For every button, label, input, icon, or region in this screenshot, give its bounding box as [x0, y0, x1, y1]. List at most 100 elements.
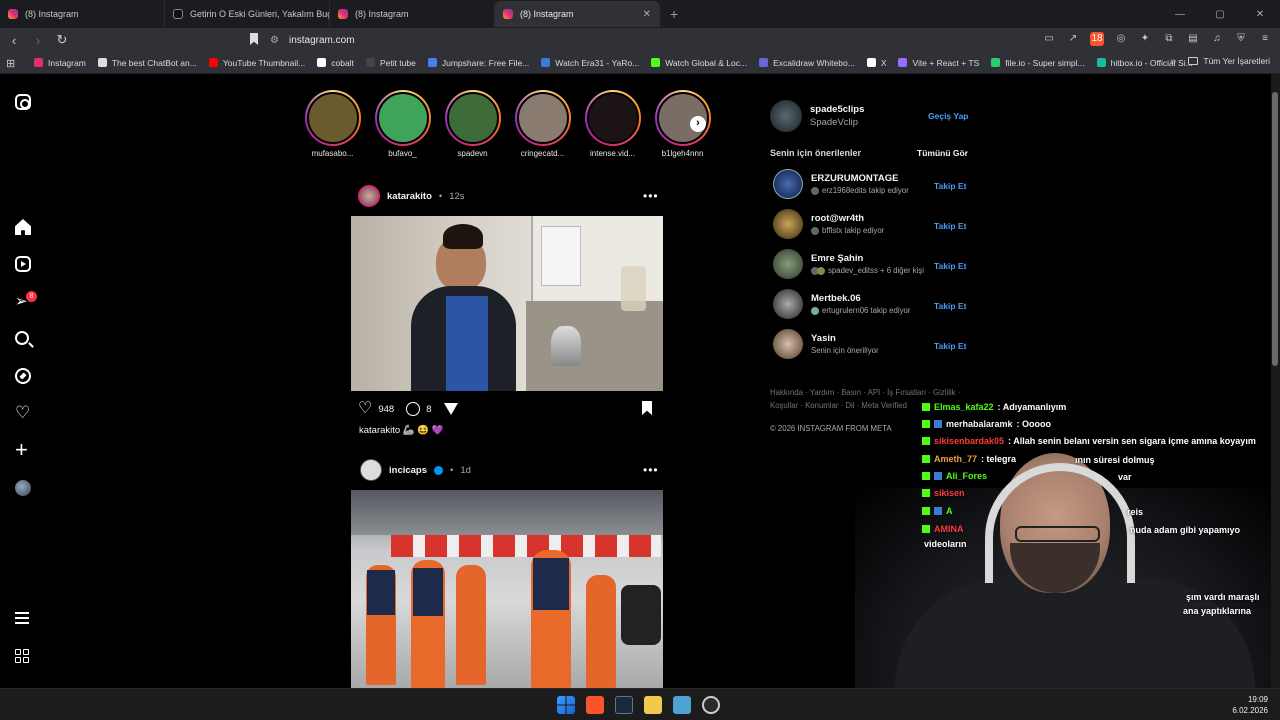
bookmark-item[interactable]: YouTube Thumbnail... — [203, 58, 311, 68]
explore-icon[interactable] — [15, 368, 33, 386]
bookmark-item[interactable]: The best ChatBot an... — [92, 58, 203, 68]
browser-tab[interactable]: Getirin O Eski Günleri, Yakalım Bugün — [165, 1, 330, 27]
browser-tab[interactable]: (8) Instagram — [0, 1, 165, 27]
bookmark-item[interactable]: Petit tube — [360, 58, 422, 68]
switch-account-button[interactable]: Geçiş Yap — [928, 111, 968, 121]
file-explorer-icon[interactable] — [644, 696, 662, 714]
instagram-logo-icon[interactable] — [15, 94, 33, 112]
chat-fragment: ana yaptıklarına — [1183, 606, 1252, 616]
see-all-button[interactable]: Tümünü Gör — [917, 148, 968, 158]
bookmark-icon[interactable] — [250, 33, 258, 45]
suggestion-name[interactable]: root@wr4th — [811, 213, 884, 224]
more-apps-icon[interactable] — [15, 649, 33, 667]
story-item[interactable]: mufasabo... — [303, 90, 362, 162]
close-window-icon[interactable]: ✕ — [1240, 9, 1280, 20]
bookmark-item[interactable]: Vite + React + TS — [892, 58, 985, 68]
suggestion-name[interactable]: ERZURUMONTAGE — [811, 173, 909, 184]
maximize-icon[interactable]: ▢ — [1200, 9, 1240, 20]
extensions-icon[interactable]: ⧉ — [1162, 32, 1176, 46]
follow-button[interactable]: Takip Et — [934, 341, 966, 351]
bookmark-item[interactable]: Watch Era31 - YaRo... — [535, 58, 645, 68]
forward-icon[interactable]: › — [28, 33, 48, 48]
suggestion-avatar[interactable] — [773, 209, 803, 239]
story-item[interactable]: spadevn — [443, 90, 502, 162]
new-tab-button[interactable]: + — [670, 6, 678, 22]
back-icon[interactable]: ‹ — [4, 33, 24, 48]
like-heart-icon[interactable]: ♡ — [358, 401, 372, 417]
browser-tab[interactable]: (8) Instagram — [330, 1, 495, 27]
bookmark-item[interactable]: Excalidraw Whitebo... — [753, 58, 861, 68]
follow-button[interactable]: Takip Et — [934, 301, 966, 311]
bookmark-item[interactable]: hitbox.io - Official Si... — [1091, 58, 1199, 68]
post-username[interactable]: katarakito — [387, 191, 432, 202]
suggestion-name[interactable]: Mertbek.06 — [811, 293, 910, 304]
steam-icon[interactable] — [615, 696, 633, 714]
vpn-icon[interactable]: ⛨ — [1234, 32, 1248, 46]
create-plus-icon[interactable]: + — [15, 439, 33, 461]
story-item[interactable]: bufavo_ — [373, 90, 432, 162]
menu-icon[interactable]: ≡ — [1258, 32, 1272, 46]
app-icon[interactable] — [673, 696, 691, 714]
post-options-icon[interactable]: ••• — [643, 189, 659, 203]
reload-icon[interactable]: ↻ — [52, 32, 72, 48]
share-icon[interactable] — [443, 403, 458, 415]
home-icon[interactable] — [15, 219, 33, 237]
profile-avatar[interactable] — [15, 480, 33, 498]
separator-dot: • — [450, 464, 454, 476]
page-scrollbar-thumb[interactable] — [1272, 92, 1278, 366]
bookmark-label: Watch Era31 - YaRo... — [555, 57, 640, 68]
bookmark-item[interactable]: Instagram — [28, 58, 92, 68]
bookmark-item[interactable]: cobalt — [311, 58, 360, 68]
hamburger-menu-icon[interactable] — [15, 612, 33, 630]
system-clock[interactable]: 19:09 6.02.2026 — [1232, 694, 1268, 716]
suggestion-avatar[interactable] — [773, 289, 803, 319]
search-icon[interactable] — [15, 331, 33, 349]
music-icon[interactable]: ♫ — [1210, 32, 1224, 46]
story-item[interactable]: cringecatd... — [513, 90, 572, 162]
share-icon[interactable]: ↗ — [1066, 32, 1080, 46]
apps-grid-icon[interactable]: ⊞ — [6, 57, 18, 70]
leo-icon[interactable]: ✦ — [1138, 32, 1152, 46]
brave-shields-icon[interactable]: 18 — [1090, 32, 1104, 46]
address-bar[interactable]: ⚙ instagram.com — [270, 31, 990, 49]
wallet-icon[interactable]: ◎ — [1114, 32, 1128, 46]
story-item[interactable]: intense.vid... — [583, 90, 642, 162]
bookmark-item[interactable]: Jumpshare: Free File... — [422, 58, 535, 68]
suggestion-avatar[interactable] — [773, 169, 803, 199]
brave-browser-icon[interactable] — [586, 696, 604, 714]
follow-button[interactable]: Takip Et — [934, 181, 966, 191]
suggestion-name[interactable]: Emre Şahin — [811, 253, 924, 264]
suggestion-avatar[interactable] — [773, 329, 803, 359]
post-options-icon[interactable]: ••• — [643, 463, 659, 477]
post-avatar[interactable] — [360, 459, 382, 481]
comment-icon[interactable] — [406, 402, 421, 416]
windows-start-icon[interactable] — [557, 696, 575, 714]
site-settings-icon[interactable]: ⚙ — [270, 35, 279, 46]
my-avatar[interactable] — [770, 100, 802, 132]
follow-button[interactable]: Takip Et — [934, 221, 966, 231]
cast-icon[interactable]: ▭ — [1042, 32, 1056, 46]
browser-tab-active[interactable]: (8) Instagram ✕ — [495, 1, 660, 27]
stories-next-button[interactable]: › — [690, 116, 706, 132]
post-image[interactable] — [351, 490, 663, 688]
minimize-icon[interactable]: — — [1160, 9, 1200, 20]
reels-icon[interactable] — [15, 256, 33, 274]
close-tab-icon[interactable]: ✕ — [643, 9, 651, 20]
bookmark-item[interactable]: Watch Global & Loc... — [645, 58, 753, 68]
bookmark-item[interactable]: file.io - Super simpl... — [985, 58, 1090, 68]
post-image[interactable] — [351, 216, 663, 391]
suggestion-name[interactable]: Yasin — [811, 333, 879, 344]
my-username[interactable]: spade5clips — [810, 104, 864, 115]
sidebar-icon[interactable]: ▤ — [1186, 32, 1200, 46]
heart-icon[interactable]: ♡ — [15, 404, 33, 423]
post-username[interactable]: incicaps — [389, 465, 427, 476]
bookmark-item[interactable]: X — [861, 58, 893, 68]
suggestion-avatar[interactable] — [773, 249, 803, 279]
save-bookmark-icon[interactable] — [642, 401, 652, 415]
post-avatar[interactable] — [358, 185, 380, 207]
more-bookmarks-icon[interactable]: » — [1170, 56, 1176, 67]
all-bookmarks-button[interactable]: Tüm Yer İşaretleri — [1188, 56, 1270, 66]
footer-links-line[interactable]: Hakkında · Yardım · Basın · API · İş Fır… — [770, 386, 970, 399]
follow-button[interactable]: Takip Et — [934, 261, 966, 271]
obs-icon[interactable] — [702, 696, 720, 714]
